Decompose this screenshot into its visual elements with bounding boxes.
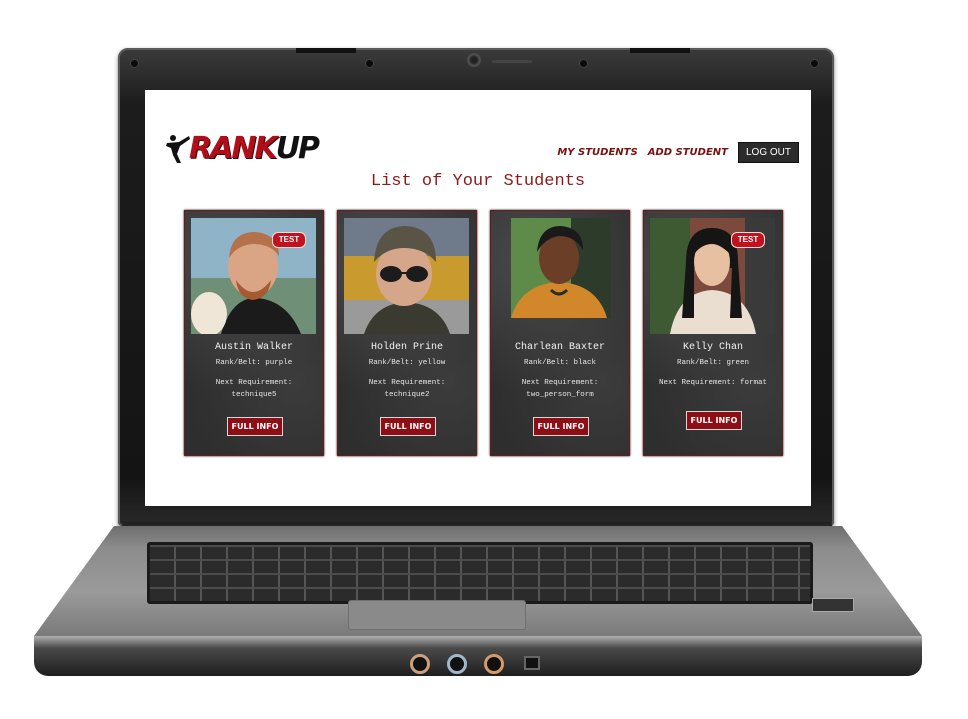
- firewire-port-icon: [524, 656, 540, 670]
- student-card: TEST Kelly Chan Rank/Belt: green Next Re…: [643, 210, 783, 456]
- student-next-requirement: Next Requirement: technique5: [185, 377, 323, 401]
- next-requirement-value: technique5: [231, 391, 277, 399]
- student-next-requirement: Next Requirement: two_person_form: [491, 377, 629, 401]
- student-photo: [511, 218, 611, 334]
- student-rank: Rank/Belt: black: [523, 359, 596, 367]
- next-requirement-label: Next Requirement:: [521, 379, 599, 387]
- full-info-button[interactable]: FULL INFO: [380, 417, 436, 436]
- student-next-requirement: Next Requirement: technique2: [338, 377, 476, 401]
- student-name: Charlean Baxter: [514, 342, 605, 353]
- bezel-screw: [580, 60, 587, 67]
- laptop-sticker: [812, 598, 854, 612]
- test-badge: TEST: [272, 232, 306, 248]
- top-nav: MY STUDENTS ADD STUDENT LOG OUT: [557, 142, 799, 163]
- logout-button[interactable]: LOG OUT: [737, 142, 799, 163]
- full-info-button[interactable]: FULL INFO: [533, 417, 589, 436]
- student-name: Kelly Chan: [682, 342, 743, 353]
- student-card-list: TEST Austin Walker Rank/Belt: purple Nex…: [184, 210, 783, 456]
- student-rank: Rank/Belt: green: [676, 359, 749, 367]
- laptop-screen: RANK UP MY STUDENTS ADD STUDENT LOG OUT …: [145, 90, 811, 506]
- rankup-logo[interactable]: RANK UP: [165, 131, 320, 166]
- student-photo: [344, 218, 469, 334]
- student-name: Holden Prine: [370, 342, 443, 353]
- webcam-label: [492, 60, 532, 63]
- student-card: TEST Austin Walker Rank/Belt: purple Nex…: [184, 210, 324, 456]
- nav-add-student[interactable]: ADD STUDENT: [648, 147, 728, 158]
- bezel-screw: [131, 60, 138, 67]
- next-requirement-value: technique2: [384, 391, 430, 399]
- student-card: Holden Prine Rank/Belt: yellow Next Requ…: [337, 210, 477, 456]
- webcam-icon: [467, 53, 481, 67]
- student-card: Charlean Baxter Rank/Belt: black Next Re…: [490, 210, 630, 456]
- next-requirement-value: two_person_form: [526, 391, 594, 399]
- bezel-screw: [366, 60, 373, 67]
- audio-port-icon: [410, 654, 430, 674]
- laptop-keyboard: [147, 542, 813, 604]
- laptop-touchpad: [348, 600, 526, 630]
- full-info-button[interactable]: FULL INFO: [227, 417, 283, 436]
- lid-latch: [630, 48, 690, 53]
- next-requirement-label: Next Requirement:: [368, 379, 446, 387]
- student-rank: Rank/Belt: purple: [215, 359, 293, 367]
- student-photo: TEST: [650, 218, 775, 334]
- logo-text-rank: RANK: [189, 131, 278, 166]
- student-name: Austin Walker: [214, 342, 293, 353]
- logo-text-up: UP: [275, 131, 320, 166]
- student-rank: Rank/Belt: yellow: [368, 359, 446, 367]
- student-photo: TEST: [191, 218, 316, 334]
- student-next-requirement: Next Requirement: format: [644, 377, 782, 389]
- next-requirement-label: Next Requirement:: [215, 379, 293, 387]
- test-badge: TEST: [731, 232, 765, 248]
- nav-my-students[interactable]: MY STUDENTS: [557, 147, 637, 158]
- audio-port-icon: [484, 654, 504, 674]
- lid-latch: [296, 48, 356, 53]
- next-requirement-label: Next Requirement: format: [658, 379, 768, 387]
- laptop-base: [34, 636, 922, 676]
- karate-figure-icon: [165, 134, 190, 164]
- audio-port-icon: [447, 654, 467, 674]
- bezel-screw: [811, 60, 818, 67]
- full-info-button[interactable]: FULL INFO: [686, 411, 742, 430]
- page-title: List of Your Students: [370, 172, 586, 191]
